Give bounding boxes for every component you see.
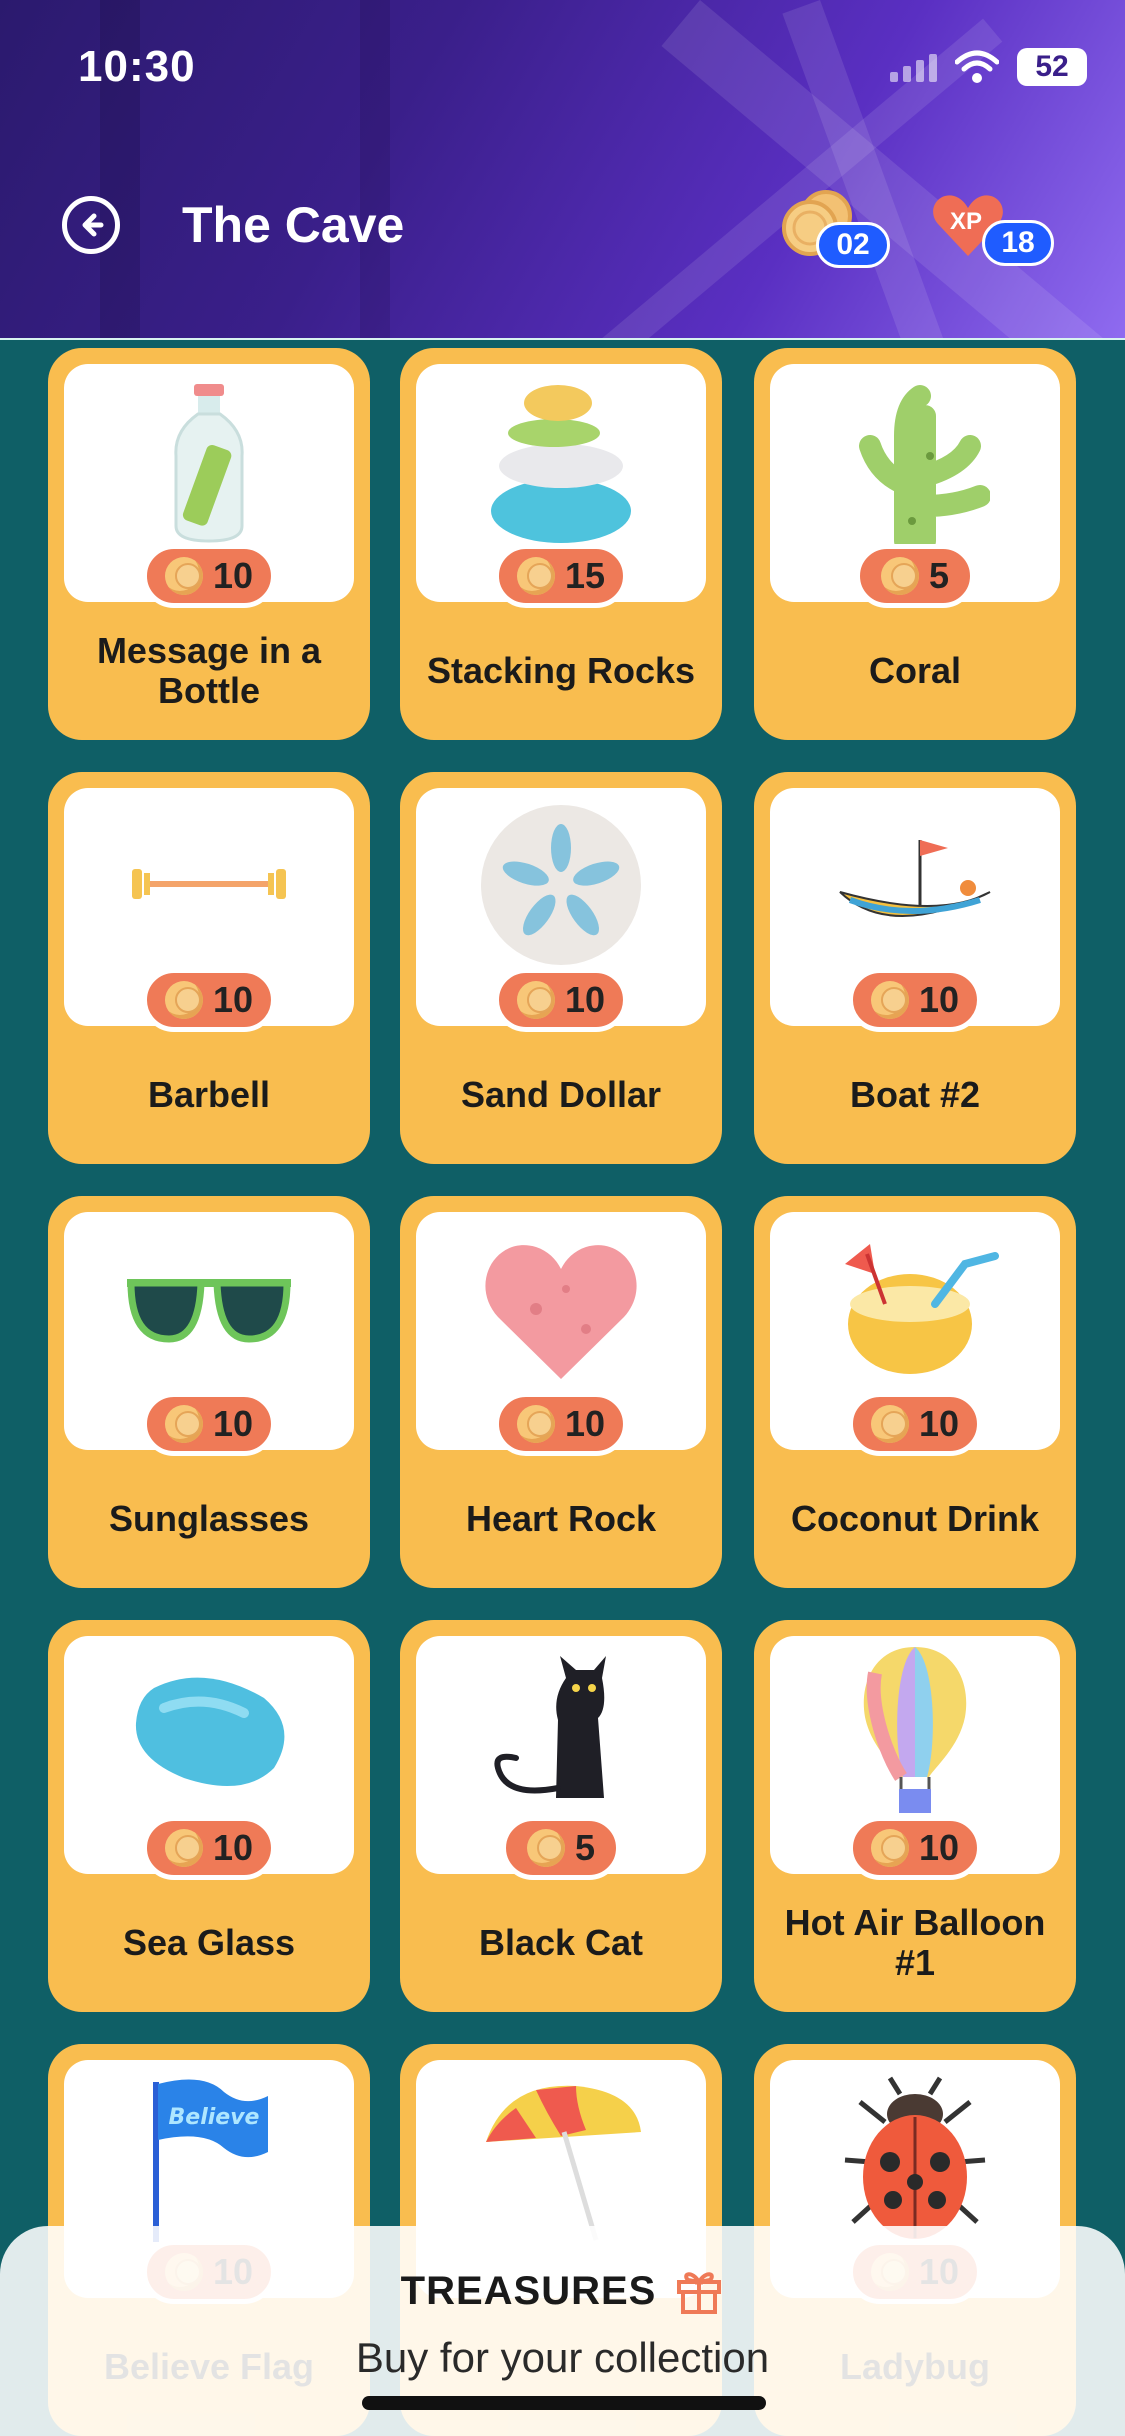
black-cat-icon bbox=[486, 1648, 636, 1823]
coin-icon bbox=[870, 981, 909, 1019]
coin-icon bbox=[516, 557, 555, 595]
treasure-card[interactable]: 10 Hot Air Balloon #1 bbox=[754, 1620, 1076, 2012]
price-value: 10 bbox=[564, 979, 606, 1020]
coin-icon bbox=[164, 1829, 203, 1867]
treasure-card[interactable]: 10 Sand Dollar bbox=[400, 772, 722, 1164]
xp-label: XP bbox=[950, 208, 983, 235]
coral-icon bbox=[840, 376, 991, 552]
sand-dollar-icon bbox=[476, 800, 646, 975]
price-value: 10 bbox=[212, 1403, 254, 1444]
price-pill: 10 bbox=[847, 1816, 983, 1880]
treasure-card[interactable]: 15 Stacking Rocks bbox=[400, 348, 722, 740]
stacking-rocks-icon bbox=[486, 371, 636, 556]
treasure-name: Sand Dollar bbox=[460, 1074, 662, 1115]
price-value: 5 bbox=[928, 555, 950, 596]
sunglasses-icon bbox=[119, 1269, 299, 1354]
coin-icon bbox=[164, 557, 203, 595]
treasure-card[interactable]: 10 Boat #2 bbox=[754, 772, 1076, 1164]
coin-icon bbox=[164, 981, 203, 1019]
price-value: 10 bbox=[212, 979, 254, 1020]
price-pill: 10 bbox=[141, 1392, 277, 1456]
heart-rock-icon bbox=[476, 1229, 646, 1394]
bottle-icon bbox=[154, 376, 264, 551]
wifi-icon bbox=[955, 50, 999, 83]
price-pill: 5 bbox=[501, 1816, 621, 1880]
treasure-name: Sunglasses bbox=[108, 1498, 310, 1539]
price-pill: 10 bbox=[493, 1392, 629, 1456]
home-indicator bbox=[362, 2396, 766, 2410]
treasure-card[interactable]: 10 Message in a Bottle bbox=[48, 348, 370, 740]
coin-counter[interactable]: 02 bbox=[780, 188, 890, 268]
back-button[interactable] bbox=[62, 196, 120, 254]
treasure-name: Black Cat bbox=[478, 1922, 644, 1963]
price-value: 5 bbox=[574, 1827, 596, 1868]
coin-icon bbox=[870, 1405, 909, 1443]
treasure-name: Coconut Drink bbox=[791, 1498, 1039, 1539]
treasure-name: Stacking Rocks bbox=[426, 650, 696, 691]
treasure-name: Barbell bbox=[147, 1074, 271, 1115]
treasure-name: Heart Rock bbox=[465, 1498, 657, 1539]
treasure-name: Sea Glass bbox=[122, 1922, 296, 1963]
svg-text:Believe: Believe bbox=[169, 2105, 260, 2130]
umbrella-icon bbox=[476, 2072, 646, 2247]
treasure-name: Hot Air Balloon #1 bbox=[784, 1902, 1046, 1983]
battery-indicator: 52 bbox=[1017, 48, 1087, 86]
header-banner: 10:30 52 The Cave 02 XP 18 bbox=[0, 0, 1125, 338]
coconut-drink-icon bbox=[825, 1234, 1005, 1389]
price-value: 10 bbox=[918, 1827, 960, 1868]
price-pill: 10 bbox=[141, 1816, 277, 1880]
sea-glass-icon bbox=[124, 1668, 294, 1803]
gift-icon bbox=[677, 2272, 722, 2314]
price-value: 10 bbox=[918, 979, 960, 1020]
xp-count-badge: 18 bbox=[982, 220, 1054, 266]
status-time: 10:30 bbox=[78, 42, 196, 91]
price-value: 10 bbox=[564, 1403, 606, 1444]
signal-icon bbox=[890, 52, 937, 82]
price-value: 15 bbox=[564, 555, 606, 596]
price-value: 10 bbox=[918, 1403, 960, 1444]
coin-count-badge: 02 bbox=[816, 222, 890, 268]
sheet-title-row: TREASURES bbox=[0, 2266, 1125, 2316]
coin-icon bbox=[880, 557, 919, 595]
treasure-card[interactable]: 5 Coral bbox=[754, 348, 1076, 740]
treasure-name: Boat #2 bbox=[849, 1074, 981, 1115]
hot-air-balloon-icon bbox=[855, 1643, 975, 1828]
price-pill: 5 bbox=[855, 544, 975, 608]
price-pill: 10 bbox=[141, 968, 277, 1032]
price-value: 10 bbox=[212, 555, 254, 596]
treasure-card[interactable]: 10 Sea Glass bbox=[48, 1620, 370, 2012]
price-pill: 10 bbox=[847, 1392, 983, 1456]
status-icons: 52 bbox=[890, 48, 1087, 86]
sheet-subtitle: Buy for your collection bbox=[355, 2334, 770, 2381]
treasure-name: Message in a Bottle bbox=[96, 630, 322, 711]
sheet-title: TREASURES bbox=[400, 2268, 657, 2313]
boat-icon bbox=[830, 830, 1000, 945]
treasure-card[interactable]: 10 Heart Rock bbox=[400, 1196, 722, 1588]
arrow-left-icon bbox=[82, 213, 104, 237]
coin-icon bbox=[516, 981, 555, 1019]
price-pill: 10 bbox=[141, 544, 277, 608]
price-pill: 15 bbox=[493, 544, 629, 608]
price-pill: 10 bbox=[493, 968, 629, 1032]
page-title: The Cave bbox=[182, 197, 405, 253]
price-value: 10 bbox=[212, 1827, 254, 1868]
coin-icon bbox=[516, 1405, 555, 1443]
treasure-card[interactable]: 10 Coconut Drink bbox=[754, 1196, 1076, 1588]
header-divider bbox=[0, 338, 1125, 340]
flag-icon: Believe bbox=[144, 2072, 274, 2247]
coin-icon bbox=[526, 1829, 565, 1867]
coin-icon bbox=[870, 1829, 909, 1867]
coin-icon bbox=[164, 1405, 203, 1443]
barbell-icon bbox=[124, 855, 294, 920]
treasure-name: Coral bbox=[868, 650, 962, 691]
treasure-card[interactable]: 10 Barbell bbox=[48, 772, 370, 1164]
price-pill: 10 bbox=[847, 968, 983, 1032]
treasure-card[interactable]: 5 Black Cat bbox=[400, 1620, 722, 2012]
ladybug-icon bbox=[835, 2072, 995, 2247]
xp-counter[interactable]: XP 18 bbox=[930, 190, 1060, 270]
treasure-card[interactable]: 10 Sunglasses bbox=[48, 1196, 370, 1588]
